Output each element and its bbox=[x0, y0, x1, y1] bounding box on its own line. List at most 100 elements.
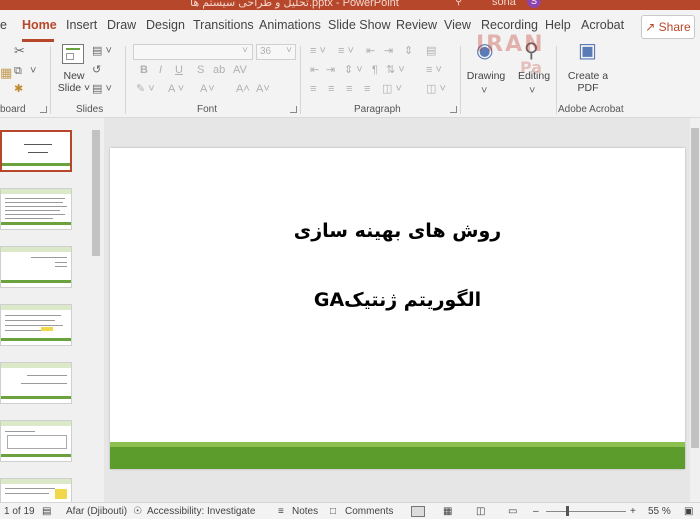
slide-thumbnail-6[interactable] bbox=[0, 420, 72, 462]
tab-recording[interactable]: Recording bbox=[481, 18, 538, 32]
tab-review[interactable]: Review bbox=[396, 18, 437, 32]
font-name-dropdown[interactable]: ˅ bbox=[133, 44, 253, 60]
slide-sorter-icon[interactable]: ▦ bbox=[443, 506, 452, 517]
increase-indent-icon[interactable]: ⇥ bbox=[384, 44, 393, 58]
tab-transitions[interactable]: Transitions bbox=[193, 18, 254, 32]
tab-animations[interactable]: Animations bbox=[259, 18, 321, 32]
clear-format-icon[interactable]: A ˅ bbox=[200, 82, 215, 96]
pdf-icon[interactable]: ▣ bbox=[578, 41, 597, 61]
comments-icon[interactable]: □ bbox=[330, 506, 336, 517]
group-separator bbox=[125, 46, 126, 114]
thumbnails-scrollbar[interactable] bbox=[91, 118, 101, 502]
align-center-icon[interactable]: ≡ bbox=[328, 82, 334, 96]
shrink-font-icon[interactable]: A˅ bbox=[256, 82, 270, 96]
zoom-in-icon[interactable]: + bbox=[630, 506, 636, 517]
slide-thumbnail-2[interactable] bbox=[0, 188, 72, 230]
tab-acrobat[interactable]: Acrobat bbox=[581, 18, 624, 32]
decrease-indent-icon[interactable]: ⇤ bbox=[366, 44, 375, 58]
layout-icon[interactable]: ▤ ˅ bbox=[92, 44, 112, 58]
spellcheck-icon[interactable]: ▤ bbox=[42, 506, 51, 517]
share-button[interactable]: ↗ Share bbox=[641, 15, 695, 39]
strikethrough-icon[interactable]: S bbox=[197, 63, 204, 77]
text-direction-dropdown-icon[interactable]: ⇅ ˅ bbox=[386, 63, 405, 77]
tab-insert[interactable]: Insert bbox=[66, 18, 97, 32]
justify-icon[interactable]: ≡ bbox=[364, 82, 370, 96]
zoom-slider-thumb[interactable] bbox=[566, 506, 569, 516]
align-right-icon[interactable]: ≡ bbox=[346, 82, 352, 96]
copy-icon[interactable]: ⧉ bbox=[14, 64, 22, 78]
numbering-icon[interactable]: ≡ ˅ bbox=[338, 44, 354, 58]
fit-to-window-icon[interactable]: ▣ bbox=[684, 506, 693, 517]
tab-help[interactable]: Help bbox=[545, 18, 571, 32]
font-size-dropdown[interactable]: 36 ˅ bbox=[256, 44, 296, 60]
align-left-icon[interactable]: ≡ bbox=[310, 82, 316, 96]
font-launcher-icon[interactable] bbox=[290, 106, 297, 113]
ltr-icon[interactable]: ⇥ bbox=[326, 63, 335, 77]
text-direction-icon[interactable]: ▤ bbox=[426, 44, 436, 58]
accessibility-status[interactable]: Accessibility: Investigate bbox=[147, 506, 255, 517]
search-icon[interactable]: ⚲ bbox=[455, 0, 462, 7]
zoom-level[interactable]: 55 % bbox=[648, 506, 671, 517]
font-group-label: Font bbox=[197, 104, 218, 115]
font-color-icon[interactable]: A ˅ bbox=[168, 82, 184, 96]
paragraph-launcher-icon[interactable] bbox=[450, 106, 457, 113]
format-painter-icon[interactable]: ✱ bbox=[14, 82, 23, 96]
normal-view-icon[interactable] bbox=[411, 506, 425, 517]
change-case-icon[interactable]: AV bbox=[233, 63, 247, 77]
slideshow-icon[interactable]: ▭ bbox=[508, 506, 517, 517]
user-name[interactable]: sona bbox=[492, 0, 516, 8]
columns-icon[interactable]: ◫ ˅ bbox=[382, 82, 402, 96]
slide-thumbnail-7[interactable] bbox=[0, 478, 72, 502]
tab-design[interactable]: Design bbox=[146, 18, 185, 32]
paragraph-mark-icon[interactable]: ¶ bbox=[372, 63, 378, 77]
create-pdf-button[interactable]: Create a PDF bbox=[566, 70, 610, 94]
grow-font-icon[interactable]: A˄ bbox=[236, 82, 250, 96]
underline-icon[interactable]: U bbox=[175, 63, 183, 77]
tab-home[interactable]: Home bbox=[22, 18, 57, 32]
accessibility-icon[interactable]: ☉ bbox=[133, 506, 142, 517]
editor-scrollbar[interactable] bbox=[690, 118, 700, 502]
slide-subtitle[interactable]: الگوریتم ژنتیکGA bbox=[110, 289, 685, 311]
reading-view-icon[interactable]: ◫ bbox=[476, 506, 485, 517]
char-spacing-icon[interactable]: ab bbox=[213, 63, 225, 77]
bold-icon[interactable]: B bbox=[140, 63, 148, 77]
smartart-icon[interactable]: ◫ ˅ bbox=[426, 82, 446, 96]
notes-button[interactable]: Notes bbox=[292, 506, 318, 517]
avatar[interactable]: S bbox=[527, 0, 541, 8]
slide-title[interactable]: روش های بهینه سازی bbox=[110, 220, 685, 242]
rtl-icon[interactable]: ⇤ bbox=[310, 63, 319, 77]
cut-icon[interactable]: ✂ bbox=[14, 44, 25, 58]
paste-icon[interactable]: ▦ bbox=[0, 66, 12, 80]
line-spacing-icon[interactable]: ⇕ bbox=[404, 44, 413, 58]
editor-scrollbar-thumb[interactable] bbox=[691, 128, 699, 448]
align-text-icon[interactable]: ≡ ˅ bbox=[426, 63, 442, 77]
group-separator bbox=[300, 46, 301, 114]
drawing-button[interactable]: Drawing bbox=[466, 70, 506, 82]
italic-icon[interactable]: I bbox=[159, 63, 162, 77]
zoom-out-icon[interactable]: – bbox=[533, 506, 539, 517]
slide-thumbnail-1[interactable] bbox=[0, 130, 72, 172]
new-slide-button[interactable]: New Slide ˅ bbox=[56, 70, 92, 94]
copy-dropdown-icon[interactable]: ˅ bbox=[30, 64, 36, 78]
tab-view[interactable]: View bbox=[444, 18, 471, 32]
comments-button[interactable]: Comments bbox=[345, 506, 393, 517]
slide[interactable]: روش های بهینه سازی الگوریتم ژنتیکGA bbox=[110, 148, 685, 469]
clipboard-launcher-icon[interactable] bbox=[40, 106, 47, 113]
thumbnails-scrollbar-thumb[interactable] bbox=[92, 130, 100, 256]
zoom-slider[interactable] bbox=[546, 511, 626, 512]
slide-thumbnail-3[interactable] bbox=[0, 246, 72, 288]
section-icon[interactable]: ▤ ˅ bbox=[92, 82, 112, 96]
bullets-icon[interactable]: ≡ ˅ bbox=[310, 44, 326, 58]
new-slide-icon[interactable] bbox=[62, 44, 84, 64]
tab-slide-show[interactable]: Slide Show bbox=[328, 18, 391, 32]
highlight-icon[interactable]: ✎ ˅ bbox=[136, 82, 155, 96]
slide-thumbnail-4[interactable] bbox=[0, 304, 72, 346]
tab-draw[interactable]: Draw bbox=[107, 18, 136, 32]
slide-thumbnail-5[interactable] bbox=[0, 362, 72, 404]
notes-icon[interactable]: ≡ bbox=[278, 506, 284, 517]
line-spacing-dropdown-icon[interactable]: ⇕ ˅ bbox=[344, 63, 363, 77]
reset-icon[interactable]: ↺ bbox=[92, 63, 101, 77]
tab-file-cut[interactable]: e bbox=[0, 18, 7, 32]
watermark-logo-2: Pa bbox=[520, 58, 543, 77]
language-indicator[interactable]: Afar (Djibouti) bbox=[66, 506, 127, 517]
